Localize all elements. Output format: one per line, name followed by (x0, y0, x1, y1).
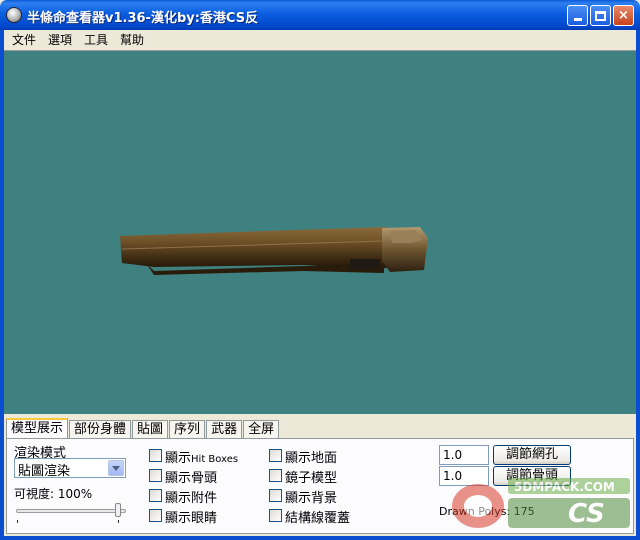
show-background-checkbox[interactable] (269, 489, 282, 502)
show-eyes-checkbox[interactable] (149, 509, 162, 522)
title-bar[interactable]: 半條命查看器v1.36-漢化by:香港CS反 × (0, 0, 640, 30)
dropdown-button[interactable] (108, 460, 124, 476)
show-ground-label: 顯示地面 (285, 451, 338, 466)
tab-model-display[interactable]: 模型展示 (6, 418, 69, 438)
weapon-model (120, 227, 428, 275)
close-icon: × (618, 8, 629, 23)
menu-tools[interactable]: 工具 (78, 30, 114, 50)
menu-file[interactable]: 文件 (6, 30, 42, 50)
visibility-label: 可視度: 100% (14, 487, 93, 501)
window-title: 半條命查看器v1.36-漢化by:香港CS反 (27, 11, 259, 26)
show-attachments-checkbox[interactable] (149, 489, 162, 502)
render-mode-select[interactable]: 貼圖渲染 (14, 458, 126, 479)
wireframe-overlay-checkbox[interactable] (269, 509, 282, 522)
tab-bar: 模型展示 部份身體 貼圖 序列 武器 全屏 (6, 418, 280, 438)
menu-bar: 文件 選項 工具 幫助 (4, 30, 636, 50)
watermark-brand: CS (568, 499, 605, 529)
model-viewport[interactable] (4, 50, 636, 414)
watermark-url: 5DMPACK.COM (514, 480, 615, 494)
show-hitboxes-label: 顯示Hit Boxes (165, 447, 238, 466)
maximize-icon (595, 10, 606, 21)
show-bones-checkbox[interactable] (149, 469, 162, 482)
tab-weapons[interactable]: 武器 (206, 420, 243, 438)
menu-help[interactable]: 幫助 (114, 30, 150, 50)
render-mode-value: 貼圖渲染 (18, 464, 71, 479)
tab-fullscreen[interactable]: 全屏 (243, 420, 280, 438)
window-frame-right (636, 30, 640, 540)
wireframe-overlay-label: 結構線覆蓋 (285, 511, 351, 526)
show-hitboxes-label-text: 顯示 (165, 451, 192, 466)
chevron-down-icon (112, 465, 120, 471)
show-attachments-label: 顯示附件 (165, 491, 218, 506)
mesh-scale-input[interactable]: 1.0 (439, 445, 489, 465)
tab-body-parts[interactable]: 部份身體 (69, 420, 132, 438)
app-icon (6, 7, 22, 23)
menu-options[interactable]: 選項 (42, 30, 78, 50)
mirror-model-checkbox[interactable] (269, 469, 282, 482)
slider-tick (17, 520, 18, 523)
tab-textures[interactable]: 貼圖 (132, 420, 169, 438)
tab-sequences[interactable]: 序列 (169, 420, 206, 438)
show-bones-label: 顯示骨頭 (165, 471, 218, 486)
window-frame-bottom (0, 536, 640, 540)
site-watermark: 5DMPACK.COM CS (452, 478, 630, 529)
show-eyes-label: 顯示眼睛 (165, 511, 218, 526)
visibility-slider-track[interactable] (16, 509, 126, 513)
visibility-slider-thumb[interactable] (115, 503, 121, 517)
show-ground-checkbox[interactable] (269, 449, 282, 462)
slider-tick (118, 520, 119, 523)
adjust-mesh-button[interactable]: 調節網孔 (493, 445, 571, 465)
maximize-button[interactable] (590, 5, 611, 26)
minimize-icon (573, 18, 582, 21)
show-background-label: 顯示背景 (285, 491, 338, 506)
show-hitboxes-checkbox[interactable] (149, 449, 162, 462)
minimize-button[interactable] (567, 5, 588, 26)
show-hitboxes-label-suffix: Hit Boxes (191, 454, 239, 465)
mirror-model-label: 鏡子模型 (285, 471, 338, 486)
close-button[interactable]: × (613, 5, 634, 26)
